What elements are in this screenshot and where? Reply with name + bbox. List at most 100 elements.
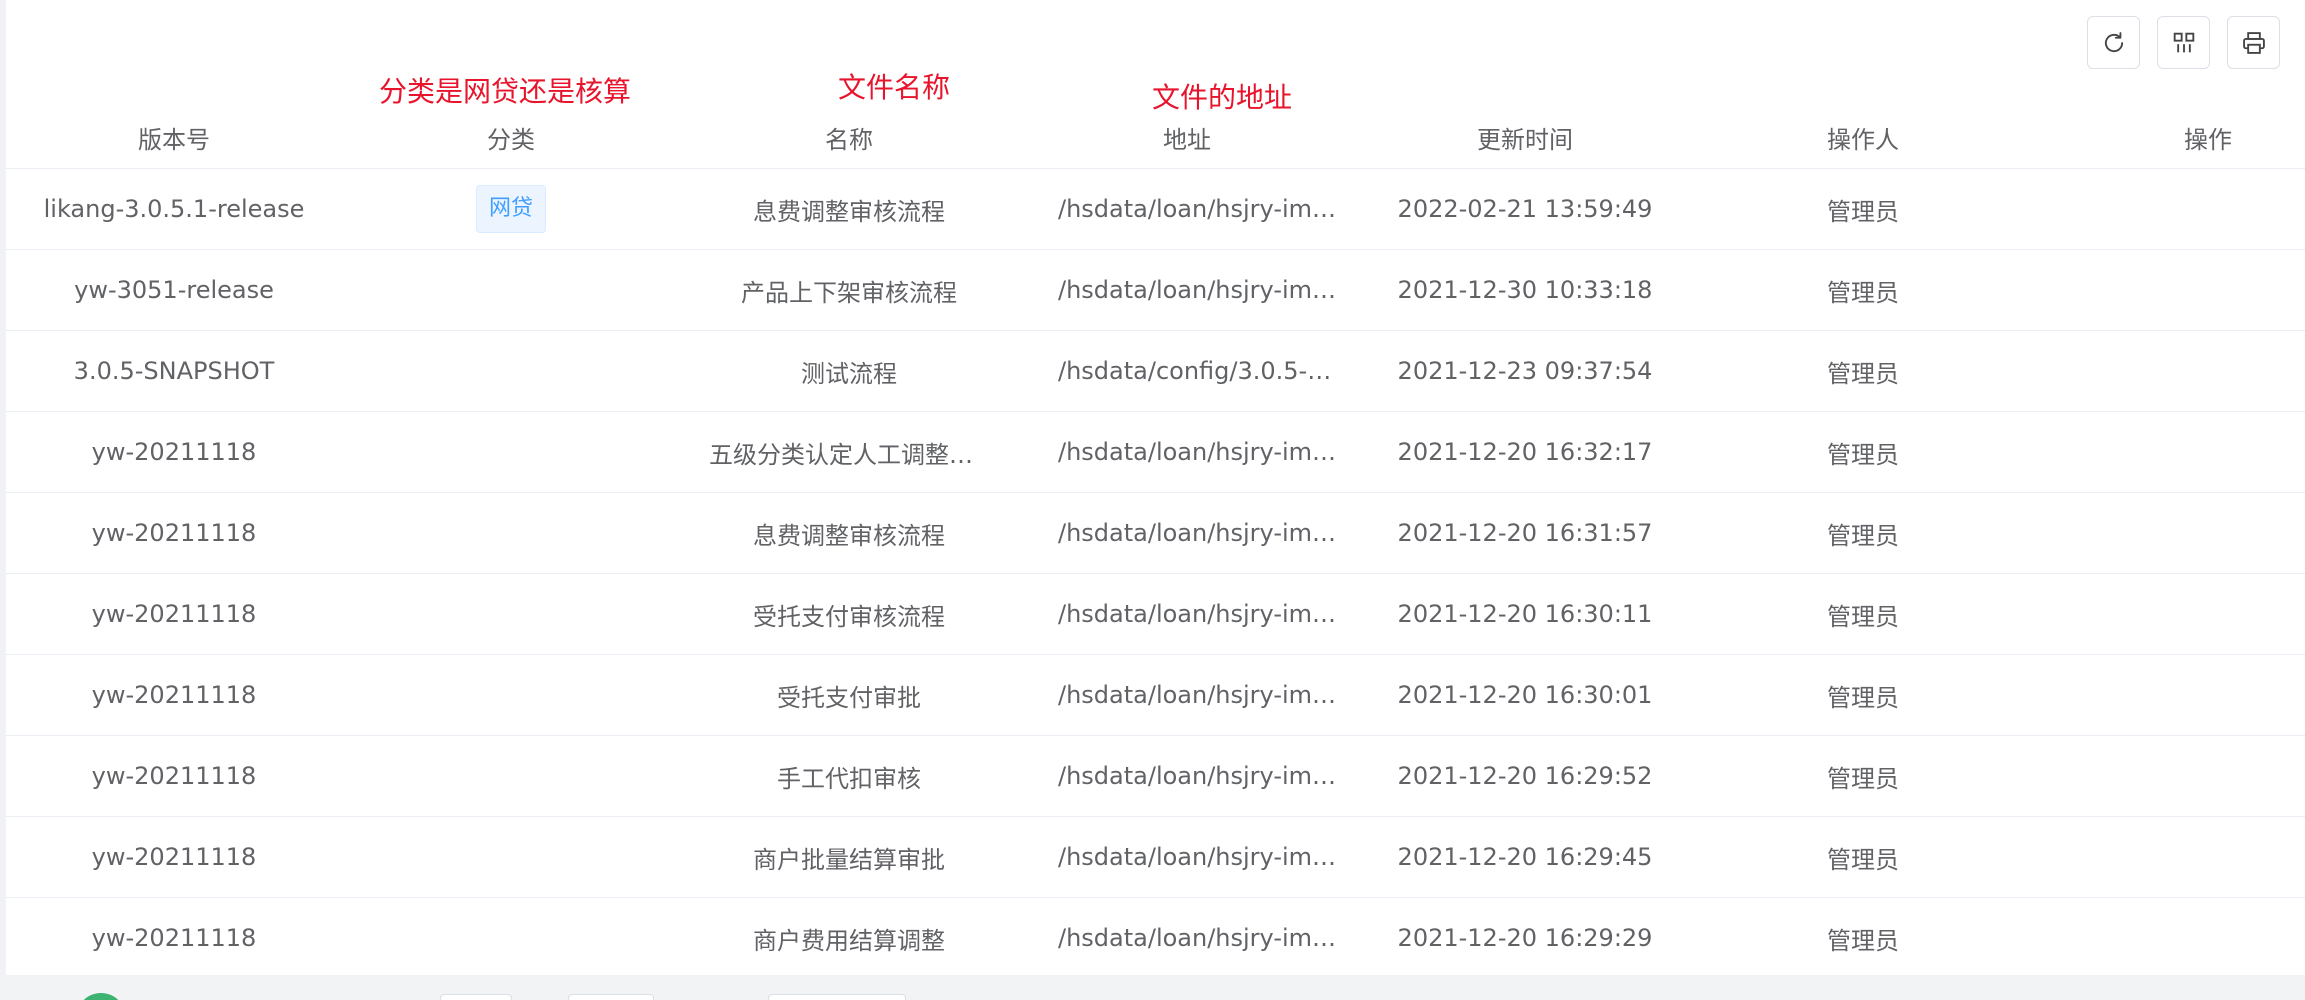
name-cell: 产品上下架审核流程 (680, 250, 1018, 330)
header-category[interactable]: 分类 (342, 98, 680, 168)
category-cell (342, 412, 680, 492)
category-cell: 网贷 (342, 169, 680, 249)
address-cell: /hsdata/config/3.0.5-SNA… (1018, 331, 1356, 411)
version-cell: yw-20211118 (91, 762, 257, 790)
address-cell: /hsdata/loan/hsjry-imple… (1018, 817, 1356, 897)
address-cell: /hsdata/loan/hsjry-imple… (1018, 898, 1356, 978)
table-row[interactable]: likang-3.0.5.1-release 网贷 息费调整审核流程 /hsda… (6, 169, 2305, 250)
category-cell (342, 493, 680, 573)
operator-cell: 管理员 (1827, 278, 1899, 307)
table-row[interactable]: yw-20211118 商户批量结算审批 /hsdata/loan/hsjry-… (6, 817, 2305, 898)
name-text: 商户批量结算审批 (753, 845, 945, 874)
updated-cell: 2022-02-21 13:59:49 (1397, 195, 1653, 223)
columns-icon (2173, 32, 2194, 52)
actions-cell (2032, 250, 2305, 330)
pagination-control[interactable] (768, 994, 906, 1000)
version-cell: yw-20211118 (91, 519, 257, 547)
category-tag: 网贷 (475, 185, 546, 233)
footer-strip (0, 975, 2305, 1000)
table-row[interactable]: yw-20211118 受托支付审核流程 /hsdata/loan/hsjry-… (6, 574, 2305, 655)
category-cell (342, 655, 680, 735)
table-toolbar (2087, 16, 2280, 69)
updated-cell: 2021-12-30 10:33:18 (1397, 276, 1653, 304)
name-cell: 手工代扣审核 (680, 736, 1018, 816)
name-cell: 受托支付审批 (680, 655, 1018, 735)
table-row[interactable]: yw-20211118 手工代扣审核 /hsdata/loan/hsjry-im… (6, 736, 2305, 817)
address-text: /hsdata/loan/hsjry-imple… (1058, 600, 1338, 628)
address-cell: /hsdata/loan/hsjry-imple… (1018, 412, 1356, 492)
address-text: /hsdata/loan/hsjry-imple… (1058, 762, 1338, 790)
print-icon (2242, 31, 2265, 54)
header-actions: 操作 (2184, 125, 2232, 154)
actions-cell (2032, 331, 2305, 411)
version-cell: yw-3051-release (74, 276, 274, 304)
category-cell (342, 817, 680, 897)
header-name[interactable]: 名称 (680, 98, 1018, 168)
operator-cell: 管理员 (1827, 764, 1899, 793)
name-text: 受托支付审核流程 (753, 602, 945, 631)
operator-cell: 管理员 (1827, 683, 1899, 712)
name-cell: 商户批量结算审批 (680, 817, 1018, 897)
table-row[interactable]: yw-3051-release 产品上下架审核流程 /hsdata/loan/h… (6, 250, 2305, 331)
operator-cell: 管理员 (1827, 197, 1899, 226)
table-row[interactable]: yw-20211118 息费调整审核流程 /hsdata/loan/hsjry-… (6, 493, 2305, 574)
version-cell: yw-20211118 (91, 924, 257, 952)
operator-cell: 管理员 (1827, 440, 1899, 469)
header-operator[interactable]: 操作人 (1694, 98, 2032, 168)
name-text: 商户费用结算调整 (753, 926, 945, 955)
operator-cell: 管理员 (1827, 359, 1899, 388)
refresh-button[interactable] (2087, 16, 2140, 69)
address-cell: /hsdata/loan/hsjry-imple… (1018, 736, 1356, 816)
actions-cell (2032, 169, 2305, 249)
category-cell (342, 736, 680, 816)
version-cell: yw-20211118 (91, 600, 257, 628)
name-text: 手工代扣审核 (777, 764, 921, 793)
operator-cell: 管理员 (1827, 602, 1899, 631)
operator-cell: 管理员 (1827, 926, 1899, 955)
updated-cell: 2021-12-20 16:29:45 (1397, 843, 1653, 871)
pagination-control[interactable] (440, 994, 512, 1000)
table-row[interactable]: yw-20211118 五级分类认定人工调整审… /hsdata/loan/hs… (6, 412, 2305, 493)
name-text: 五级分类认定人工调整审… (709, 440, 989, 469)
name-cell: 五级分类认定人工调整审… (680, 412, 1018, 492)
name-cell: 商户费用结算调整 (680, 898, 1018, 978)
table-row[interactable]: 3.0.5-SNAPSHOT 测试流程 /hsdata/config/3.0.5… (6, 331, 2305, 412)
version-cell: 3.0.5-SNAPSHOT (73, 357, 275, 385)
header-version[interactable]: 版本号 (6, 98, 342, 168)
pagination-control[interactable] (568, 994, 654, 1000)
version-table: 版本号 分类 名称 地址 更新时间 操作人 操作 likang-3.0.5.1-… (6, 98, 2305, 979)
name-text: 息费调整审核流程 (753, 197, 945, 226)
name-cell: 息费调整审核流程 (680, 169, 1018, 249)
updated-cell: 2021-12-23 09:37:54 (1397, 357, 1653, 385)
name-text: 测试流程 (801, 359, 897, 388)
header-address[interactable]: 地址 (1018, 98, 1356, 168)
operator-cell: 管理员 (1827, 845, 1899, 874)
table-header: 版本号 分类 名称 地址 更新时间 操作人 操作 (6, 98, 2305, 169)
name-cell: 受托支付审核流程 (680, 574, 1018, 654)
category-cell (342, 250, 680, 330)
print-button[interactable] (2227, 16, 2280, 69)
address-text: /hsdata/loan/hsjry-imple… (1058, 195, 1338, 223)
version-cell: yw-20211118 (91, 438, 257, 466)
category-cell (342, 574, 680, 654)
name-cell: 测试流程 (680, 331, 1018, 411)
header-updated[interactable]: 更新时间 (1356, 98, 1694, 168)
address-text: /hsdata/loan/hsjry-imple… (1058, 276, 1338, 304)
table-row[interactable]: yw-20211118 商户费用结算调整 /hsdata/loan/hsjry-… (6, 898, 2305, 979)
address-text: /hsdata/loan/hsjry-imple… (1058, 519, 1338, 547)
refresh-icon (2104, 31, 2123, 52)
updated-cell: 2021-12-20 16:30:11 (1397, 600, 1653, 628)
operator-cell: 管理员 (1827, 521, 1899, 550)
table-row[interactable]: yw-20211118 受托支付审批 /hsdata/loan/hsjry-im… (6, 655, 2305, 736)
address-text: /hsdata/config/3.0.5-SNA… (1058, 357, 1338, 385)
address-cell: /hsdata/loan/hsjry-imple… (1018, 493, 1356, 573)
actions-cell (2032, 898, 2305, 978)
address-cell: /hsdata/loan/hsjry-imple… (1018, 655, 1356, 735)
address-text: /hsdata/loan/hsjry-imple… (1058, 924, 1338, 952)
columns-button[interactable] (2157, 16, 2210, 69)
updated-cell: 2021-12-20 16:30:01 (1397, 681, 1653, 709)
name-text: 产品上下架审核流程 (741, 278, 957, 307)
actions-cell (2032, 817, 2305, 897)
actions-cell (2032, 412, 2305, 492)
actions-cell (2032, 655, 2305, 735)
